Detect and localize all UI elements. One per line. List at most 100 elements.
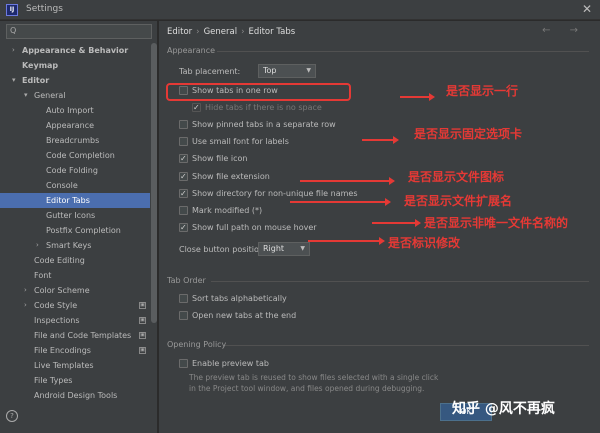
annotation-arrow — [308, 237, 385, 245]
search-input[interactable]: Q — [6, 24, 152, 39]
sidebar-item[interactable]: Editor Tabs — [0, 193, 150, 208]
option-label: Show file icon — [192, 154, 248, 164]
option-label: Show file extension — [192, 171, 270, 181]
chevron-right-icon[interactable]: › — [24, 283, 27, 298]
checkbox-icon[interactable] — [179, 187, 188, 200]
sidebar-item-label: File Types — [34, 376, 73, 385]
sidebar-item-label: Color Scheme — [34, 286, 90, 295]
tab-placement-select[interactable]: Top ▼ — [258, 64, 316, 78]
sidebar-item-label: Code Folding — [46, 166, 98, 175]
annotation-label: 是否显示文件扩展名 — [404, 194, 513, 208]
checkbox-icon[interactable] — [179, 221, 188, 234]
close-button-value: Right — [263, 244, 285, 253]
checkbox-icon[interactable] — [179, 137, 188, 147]
back-forward-icons[interactable]: ← → — [542, 25, 586, 36]
sidebar-item[interactable]: › Color Scheme — [0, 283, 150, 298]
sidebar-item[interactable]: Console — [0, 178, 150, 193]
sidebar-item[interactable]: Android Design Tools — [0, 388, 150, 403]
sidebar-item[interactable]: Appearance — [0, 118, 150, 133]
close-button-select[interactable]: Right ▼ — [258, 242, 310, 256]
checkbox-icon[interactable] — [179, 152, 188, 165]
chevron-down-icon: ▼ — [306, 67, 311, 74]
annotation-arrow — [400, 93, 435, 101]
sidebar-item-label: Smart Keys — [46, 241, 92, 250]
sidebar-item-label: File Encodings — [34, 346, 91, 355]
sidebar-item[interactable]: Code Folding — [0, 163, 150, 178]
section-divider — [217, 51, 589, 52]
option-label: Show full path on mouse hover — [192, 222, 317, 232]
sidebar-item-label: Console — [46, 181, 78, 190]
tab-order-section-title: Tab Order — [167, 276, 206, 285]
sidebar-item[interactable]: › Appearance & Behavior — [0, 43, 150, 58]
checkbox-icon[interactable] — [179, 170, 188, 183]
window-title: Settings — [26, 4, 63, 14]
sidebar-item[interactable]: Breadcrumbs — [0, 133, 150, 148]
sidebar-item[interactable]: Code Completion — [0, 148, 150, 163]
title-bar: IJ Settings ✕ — [0, 0, 600, 20]
annotation-label: 是否显示固定选项卡 — [414, 127, 523, 141]
section-divider — [211, 281, 589, 282]
sidebar-item[interactable]: File and Code Templates ▣ — [0, 328, 150, 343]
settings-sidebar: Q › Appearance & Behavior Keymap ▾ Editor ▾ Ge… — [0, 21, 158, 433]
option-label: Sort tabs alphabetically — [192, 294, 287, 303]
breadcrumb-item: General — [203, 27, 238, 37]
checkbox-icon[interactable] — [179, 294, 188, 303]
close-icon[interactable]: ✕ — [582, 2, 592, 16]
option-label: Open new tabs at the end — [192, 311, 297, 320]
annotation-label: 是否标识修改 — [388, 236, 461, 250]
chevron-right-icon[interactable]: › — [36, 238, 39, 253]
option-label: Use small font for labels — [192, 137, 289, 147]
highlight-box — [166, 83, 351, 101]
sidebar-scrollbar[interactable] — [151, 43, 157, 323]
enable-preview-label: Enable preview tab — [192, 359, 269, 368]
sidebar-item[interactable]: ▾ General — [0, 88, 150, 103]
annotation-label: 是否显示文件图标 — [408, 170, 505, 184]
annotation-arrow — [290, 198, 391, 206]
sidebar-item[interactable]: Auto Import — [0, 103, 150, 118]
preview-description-line1: The preview tab is reused to show files … — [189, 373, 439, 382]
checkbox-icon — [192, 101, 201, 114]
sidebar-item[interactable]: Gutter Icons — [0, 208, 150, 223]
sidebar-item-label: Inspections — [34, 316, 80, 325]
sidebar-item[interactable]: Keymap — [0, 58, 150, 73]
sidebar-item[interactable]: › Smart Keys — [0, 238, 150, 253]
checkbox-icon[interactable] — [179, 205, 188, 215]
breadcrumb: Editor › General › Editor Tabs — [167, 27, 295, 37]
chevron-right-icon[interactable]: › — [12, 43, 15, 58]
sidebar-item-label: Gutter Icons — [46, 211, 96, 220]
sidebar-item-label: Android Design Tools — [34, 391, 118, 400]
chevron-down-icon: ▼ — [300, 245, 305, 252]
option-label: Mark modified (*) — [192, 205, 263, 215]
chevron-right-icon[interactable]: › — [24, 298, 27, 313]
sidebar-item[interactable]: File Encodings ▣ — [0, 343, 150, 358]
checkbox-icon[interactable] — [179, 311, 188, 320]
checkbox-icon[interactable] — [179, 359, 188, 368]
sidebar-item[interactable]: File Types — [0, 373, 150, 388]
sidebar-item-label: Live Templates — [34, 361, 94, 370]
chevron-down-icon[interactable]: ▾ — [12, 73, 16, 88]
option-label: Show pinned tabs in a separate row — [192, 120, 336, 130]
sidebar-item[interactable]: Live Templates — [0, 358, 150, 373]
project-scope-icon: ▣ — [139, 347, 146, 354]
sidebar-item-label: Code Completion — [46, 151, 115, 160]
sidebar-item-label: General — [34, 91, 66, 100]
sidebar-item[interactable]: ▾ Editor — [0, 73, 150, 88]
close-button-label: Close button position: — [179, 245, 267, 254]
sidebar-item[interactable]: Code Editing — [0, 253, 150, 268]
sidebar-item[interactable]: Postfix Completion — [0, 223, 150, 238]
sidebar-item[interactable]: Font — [0, 268, 150, 283]
breadcrumb-separator-icon: › — [241, 27, 245, 37]
sidebar-item-label: Keymap — [22, 61, 59, 70]
sidebar-item[interactable]: › Code Style ▣ — [0, 298, 150, 313]
watermark: 知乎 @风不再疯 — [452, 401, 555, 417]
opening-policy-section-title: Opening Policy — [167, 340, 227, 349]
annotation-label: 是否显示一行 — [446, 84, 519, 98]
tab-placement-value: Top — [263, 66, 277, 75]
checkbox-icon[interactable] — [179, 120, 188, 130]
sidebar-item-label: Appearance & Behavior — [22, 46, 129, 55]
sidebar-item-label: Code Style — [34, 301, 78, 310]
chevron-down-icon[interactable]: ▾ — [24, 88, 28, 103]
sidebar-item[interactable]: Inspections ▣ — [0, 313, 150, 328]
sidebar-item-label: Code Editing — [34, 256, 85, 265]
help-icon[interactable]: ? — [6, 410, 18, 422]
